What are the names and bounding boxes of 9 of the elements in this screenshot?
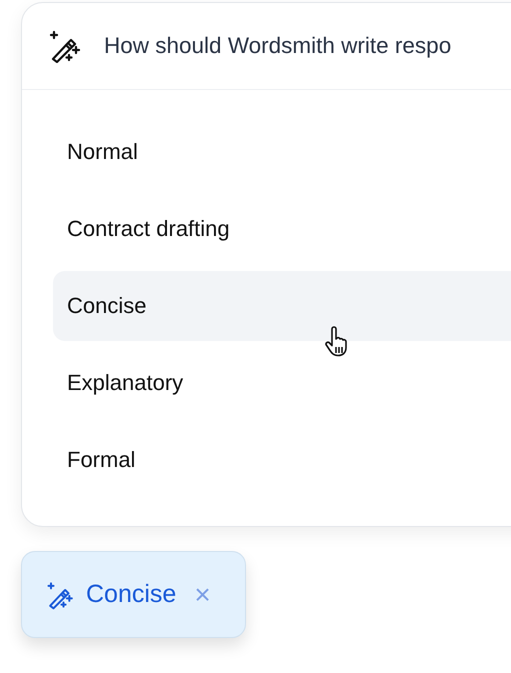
- selected-style-chip[interactable]: Concise ×: [21, 551, 246, 638]
- style-option[interactable]: Normal: [53, 117, 511, 187]
- prompt-title: How should Wordsmith write respo: [104, 33, 452, 59]
- style-option[interactable]: Contract drafting: [53, 194, 511, 264]
- style-option[interactable]: Explanatory: [53, 348, 511, 418]
- magic-wand-icon: [46, 580, 76, 610]
- style-option[interactable]: Formal: [53, 425, 511, 495]
- style-option[interactable]: Concise: [53, 271, 511, 341]
- chip-label: Concise: [86, 580, 176, 609]
